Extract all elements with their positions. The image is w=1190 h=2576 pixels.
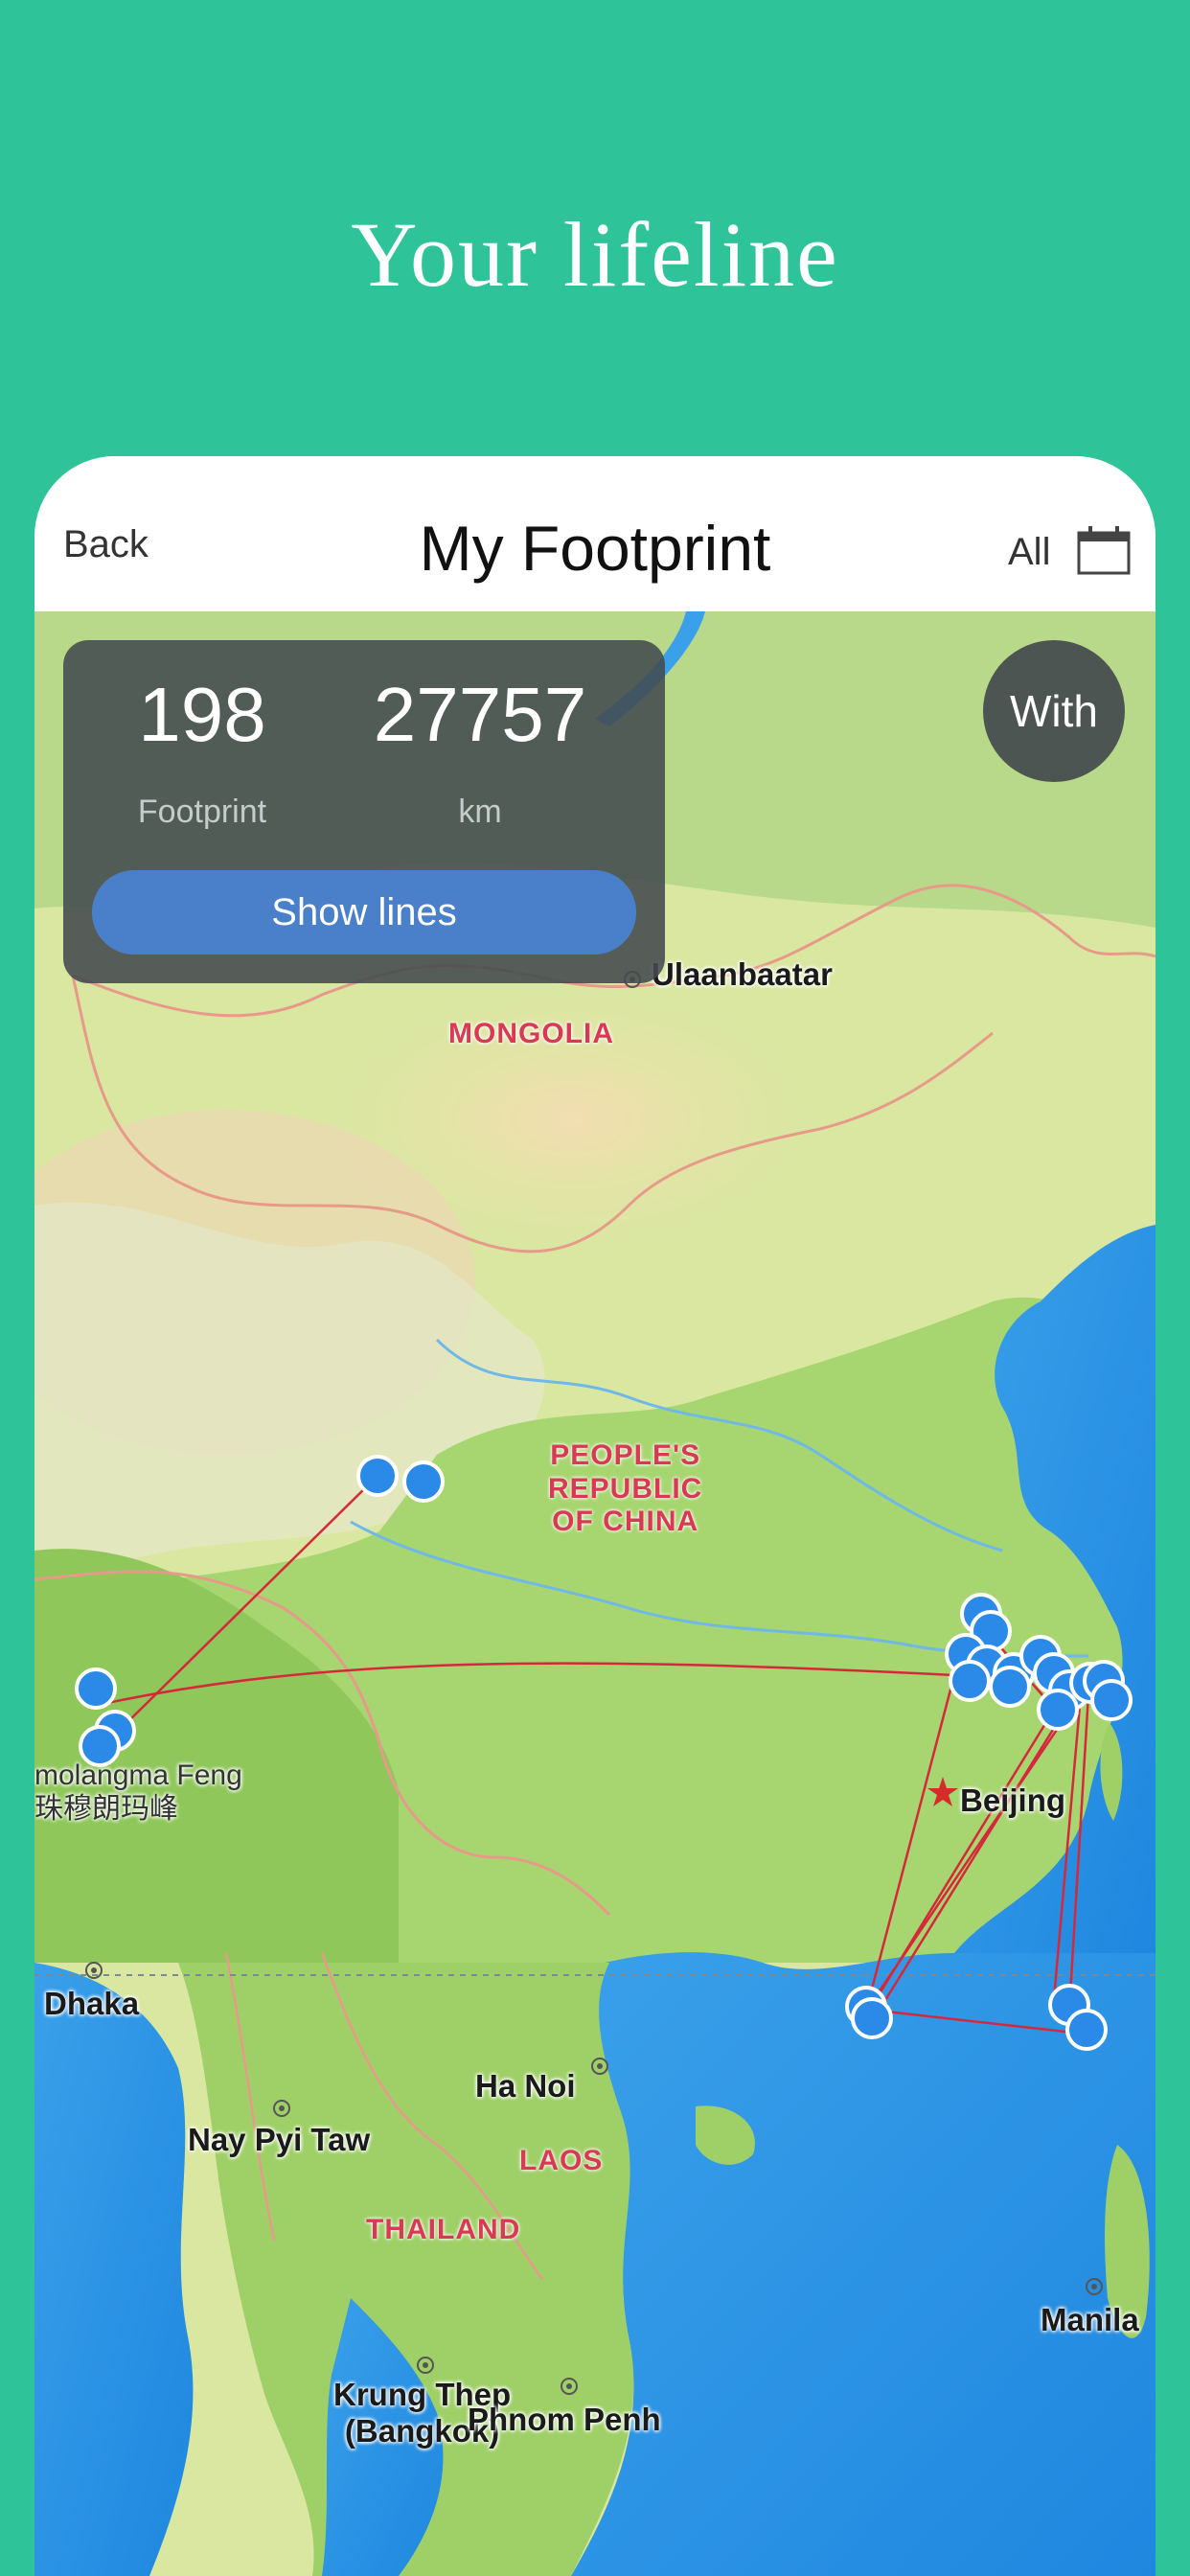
label-dhaka: Dhaka <box>44 1986 140 2021</box>
map-pin[interactable] <box>1037 1689 1079 1731</box>
south-china-sea <box>571 1952 1156 2576</box>
label-ulaanbaatar: Ulaanbaatar <box>652 956 833 992</box>
map-pin[interactable] <box>1065 2009 1108 2051</box>
map-pin[interactable] <box>989 1666 1031 1708</box>
map-pin[interactable] <box>1090 1679 1133 1721</box>
bay-of-bengal <box>34 1963 194 2576</box>
map-pin[interactable] <box>356 1455 399 1497</box>
label-beijing: Beijing <box>960 1782 1066 1818</box>
promo-title: Your lifeline <box>351 203 839 306</box>
footprint-label: Footprint <box>137 794 267 830</box>
footprint-map[interactable]: Ulaanbaatar MONGOLIA Beijing PEOPLE'S RE… <box>34 611 1156 2576</box>
label-naypyitaw: Nay Pyi Taw <box>188 2122 371 2157</box>
phone-frame: Back My Footprint All Ulaanbaatar MONGOL… <box>34 456 1156 2576</box>
show-lines-button[interactable]: Show lines <box>92 870 636 954</box>
calendar-icon[interactable] <box>1077 525 1131 575</box>
label-thailand: THAILAND <box>366 2214 521 2245</box>
label-mongolia: MONGOLIA <box>448 1018 614 1049</box>
label-laos: LAOS <box>519 2145 604 2176</box>
map-pin[interactable] <box>75 1668 117 1710</box>
label-china: PEOPLE'S REPUBLIC OF CHINA <box>548 1439 703 1537</box>
navigation-bar: Back My Footprint All <box>34 456 1156 611</box>
stats-card: 198 Footprint 27757 km Show lines <box>63 640 665 983</box>
distance-unit: km <box>458 794 502 830</box>
page-title: My Footprint <box>419 513 771 584</box>
map-pin[interactable] <box>402 1460 445 1503</box>
distance-value: 27757 <box>373 672 587 757</box>
label-phnompenh: Phnom Penh <box>468 2402 661 2437</box>
map-pin[interactable] <box>949 1660 991 1702</box>
label-hanoi: Ha Noi <box>475 2068 576 2104</box>
label-everest: molangma Feng 珠穆朗玛峰 <box>34 1760 242 1825</box>
with-button[interactable]: With <box>983 640 1125 782</box>
filter-all-button[interactable]: All <box>1008 531 1050 574</box>
map-pin[interactable] <box>851 1997 893 2039</box>
footprint-count: 198 <box>138 672 266 757</box>
label-manila: Manila <box>1041 2302 1139 2337</box>
